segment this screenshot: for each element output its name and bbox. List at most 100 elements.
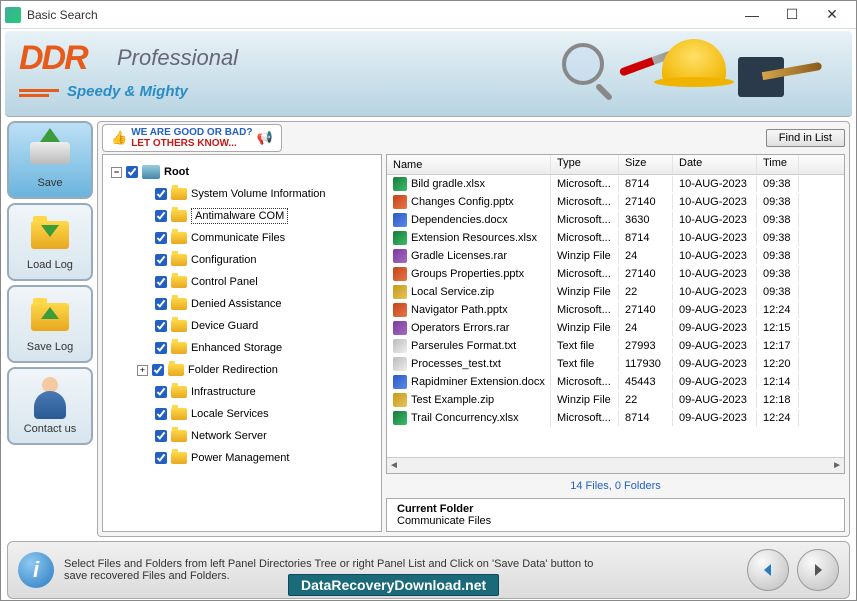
next-button[interactable] [797,549,839,591]
file-size: 117930 [619,356,673,372]
file-name: Processes_test.txt [411,358,501,370]
file-txt-icon [393,339,407,353]
tree-item[interactable]: Network Server [155,425,377,447]
tree-label: Denied Assistance [191,298,282,310]
tree-checkbox[interactable] [155,254,167,266]
load-log-button[interactable]: Load Log [7,203,93,281]
tree-checkbox[interactable] [152,364,164,376]
tree-item[interactable]: System Volume Information [155,183,377,205]
tree-checkbox[interactable] [155,386,167,398]
list-row[interactable]: Bild gradle.xlsxMicrosoft...871410-AUG-2… [387,175,844,193]
tree-root[interactable]: −Root [111,161,377,183]
tree-checkbox[interactable] [155,430,167,442]
folder-icon [171,232,187,244]
list-row[interactable]: Local Service.zipWinzip File2210-AUG-202… [387,283,844,301]
scroll-left-icon[interactable]: ◄ [389,460,399,471]
list-row[interactable]: Groups Properties.pptxMicrosoft...271401… [387,265,844,283]
file-time: 09:38 [757,284,799,300]
tree-item[interactable]: Antimalware COM [155,205,377,227]
tree-checkbox[interactable] [155,452,167,464]
file-xlsx-icon [393,231,407,245]
folder-icon [171,408,187,420]
list-row[interactable]: Test Example.zipWinzip File2209-AUG-2023… [387,391,844,409]
file-name: Extension Resources.xlsx [411,232,537,244]
file-type: Winzip File [551,284,619,300]
file-time: 12:24 [757,302,799,318]
horizontal-scrollbar[interactable]: ◄ ► [387,457,844,473]
tree-item[interactable]: Control Panel [155,271,377,293]
file-size: 22 [619,284,673,300]
list-row[interactable]: Processes_test.txtText file11793009-AUG-… [387,355,844,373]
tree-checkbox[interactable] [155,276,167,288]
tree-item[interactable]: Infrastructure [155,381,377,403]
tree-item[interactable]: Power Management [155,447,377,469]
expand-icon[interactable]: + [137,365,148,376]
current-folder-title: Current Folder [397,503,834,515]
column-time[interactable]: Time [757,155,799,174]
tree-checkbox[interactable] [155,188,167,200]
promo-line1: WE ARE GOOD OR BAD? [131,127,252,138]
close-button[interactable]: ✕ [812,1,852,29]
save-button[interactable]: Save [7,121,93,199]
column-name[interactable]: Name [387,155,551,174]
collapse-icon[interactable]: − [111,167,122,178]
tree-checkbox[interactable] [155,298,167,310]
list-row[interactable]: Trail Concurrency.xlsxMicrosoft...871409… [387,409,844,427]
tree-checkbox[interactable] [155,320,167,332]
tree-item[interactable]: Communicate Files [155,227,377,249]
list-row[interactable]: Changes Config.pptxMicrosoft...2714010-A… [387,193,844,211]
tree-checkbox[interactable] [155,408,167,420]
back-button[interactable] [747,549,789,591]
scroll-right-icon[interactable]: ► [832,460,842,471]
contact-us-button[interactable]: Contact us [7,367,93,445]
tree-item[interactable]: +Folder Redirection [155,359,377,381]
file-date: 09-AUG-2023 [673,320,757,336]
tree-item[interactable]: Device Guard [155,315,377,337]
list-body[interactable]: Bild gradle.xlsxMicrosoft...871410-AUG-2… [387,175,844,457]
list-row[interactable]: Parserules Format.txtText file2799309-AU… [387,337,844,355]
tree-item[interactable]: Enhanced Storage [155,337,377,359]
list-row[interactable]: Navigator Path.pptxMicrosoft...2714009-A… [387,301,844,319]
tree-item[interactable]: Denied Assistance [155,293,377,315]
folder-save-icon [28,295,72,339]
maximize-button[interactable]: ☐ [772,1,812,29]
column-date[interactable]: Date [673,155,757,174]
tree-checkbox[interactable] [155,232,167,244]
titlebar: Basic Search — ☐ ✕ [1,1,856,29]
tree-label: Communicate Files [191,232,285,244]
feedback-promo[interactable]: 👍 WE ARE GOOD OR BAD? LET OTHERS KNOW...… [102,124,282,152]
file-txt-icon [393,357,407,371]
file-rar-icon [393,249,407,263]
list-row[interactable]: Rapidminer Extension.docxMicrosoft...454… [387,373,844,391]
sidebar-item-label: Contact us [24,423,77,435]
file-xlsx-icon [393,177,407,191]
file-date: 10-AUG-2023 [673,194,757,210]
file-type: Microsoft... [551,410,619,426]
list-row[interactable]: Gradle Licenses.rarWinzip File2410-AUG-2… [387,247,844,265]
column-size[interactable]: Size [619,155,673,174]
list-row[interactable]: Dependencies.docxMicrosoft...363010-AUG-… [387,211,844,229]
footer: i Select Files and Folders from left Pan… [7,541,850,599]
file-type: Microsoft... [551,212,619,228]
tree-checkbox[interactable] [126,166,138,178]
tree-checkbox[interactable] [155,342,167,354]
minimize-button[interactable]: — [732,1,772,29]
tree-checkbox[interactable] [155,210,167,222]
file-date: 09-AUG-2023 [673,410,757,426]
file-date: 09-AUG-2023 [673,392,757,408]
file-time: 09:38 [757,230,799,246]
tree-item[interactable]: Configuration [155,249,377,271]
column-type[interactable]: Type [551,155,619,174]
find-in-list-button[interactable]: Find in List [766,129,845,147]
list-row[interactable]: Extension Resources.xlsxMicrosoft...8714… [387,229,844,247]
file-name: Dependencies.docx [411,214,508,226]
tree-item[interactable]: Locale Services [155,403,377,425]
list-row[interactable]: Operators Errors.rarWinzip File2409-AUG-… [387,319,844,337]
file-pptx-icon [393,303,407,317]
save-log-button[interactable]: Save Log [7,285,93,363]
file-date: 10-AUG-2023 [673,212,757,228]
file-time: 12:24 [757,410,799,426]
megaphone-icon: 📢 [256,130,272,146]
drive-icon [142,165,160,179]
folder-tree[interactable]: −RootSystem Volume InformationAntimalwar… [102,154,382,532]
